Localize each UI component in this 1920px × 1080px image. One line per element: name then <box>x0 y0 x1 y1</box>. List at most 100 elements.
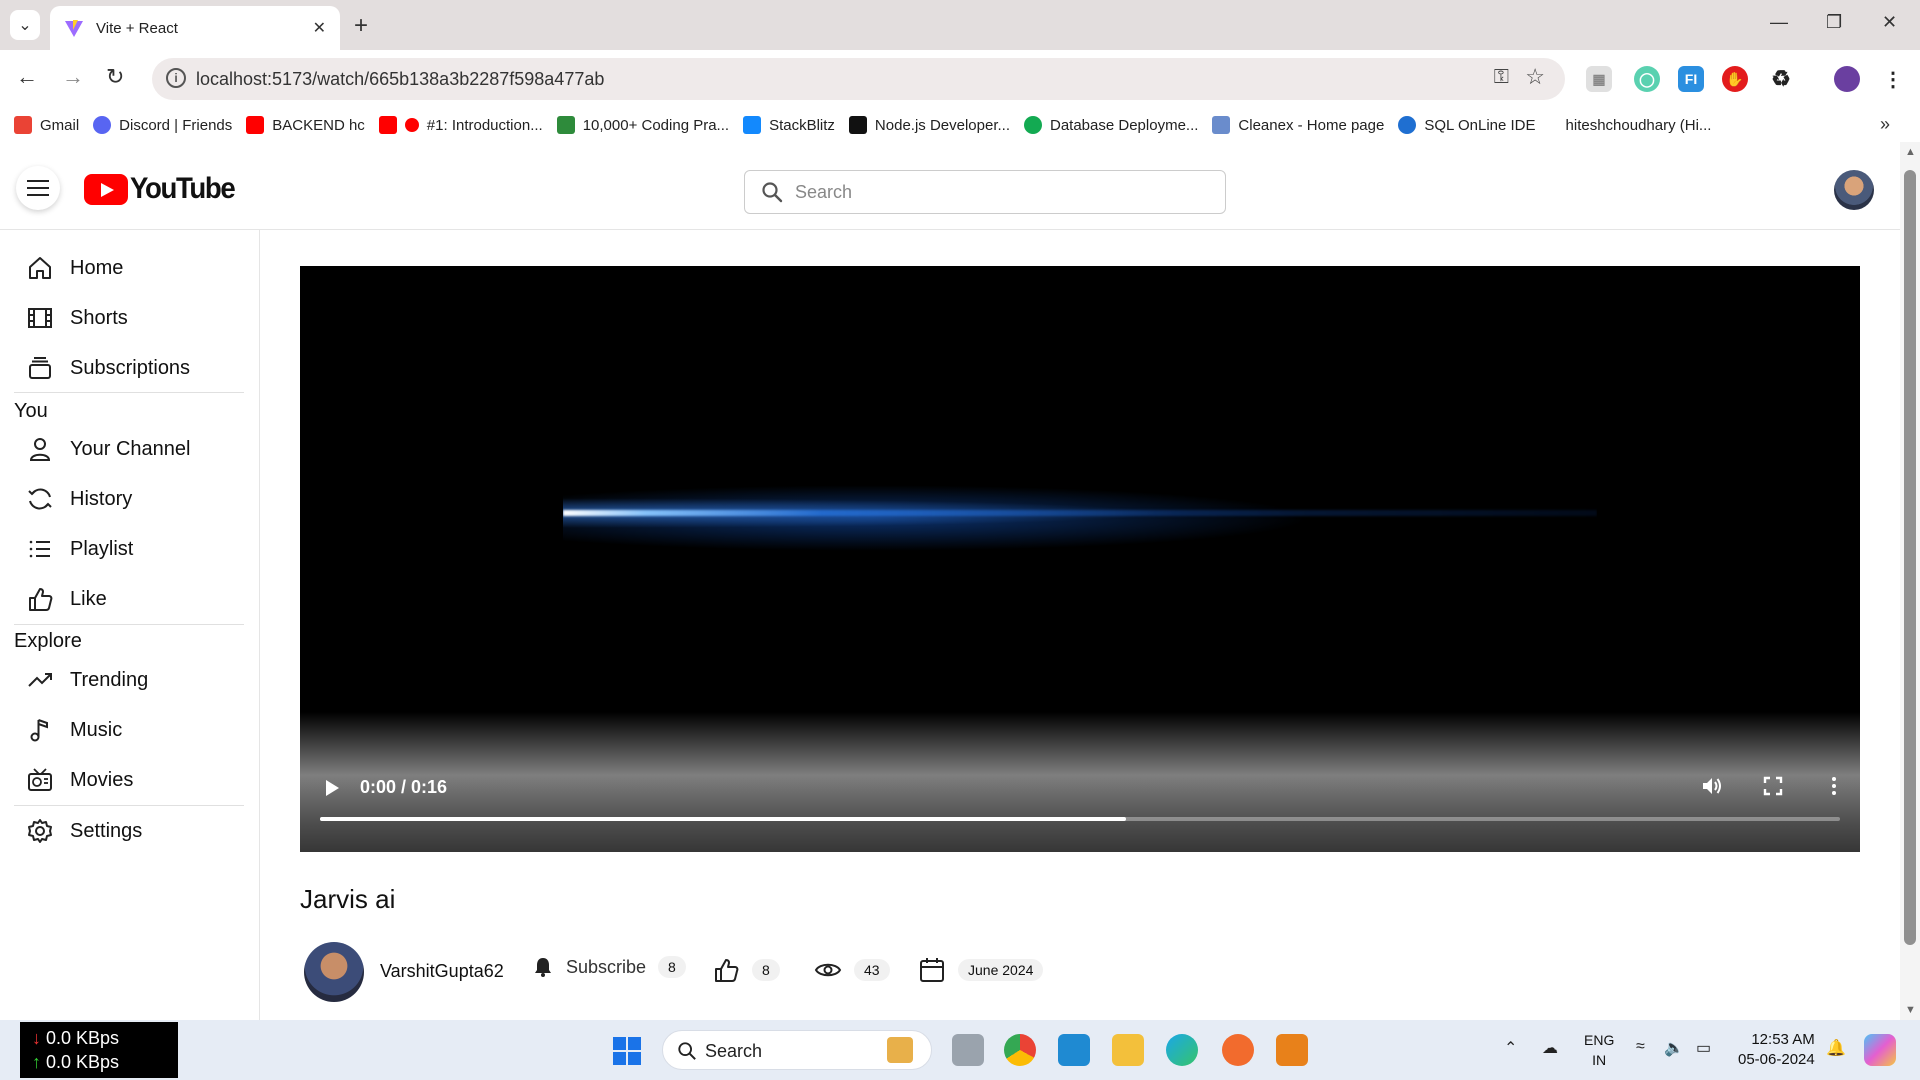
sidebar-item-subscriptions[interactable]: Subscriptions <box>14 348 244 388</box>
scrollbar-thumb[interactable] <box>1904 170 1916 945</box>
upload-arrow-icon: ↑ <box>32 1052 41 1072</box>
search-icon <box>762 182 783 203</box>
copilot-icon[interactable] <box>1864 1034 1896 1066</box>
play-icon[interactable] <box>326 780 339 796</box>
task-view-icon[interactable] <box>952 1034 984 1066</box>
more-options-icon[interactable] <box>1822 774 1846 798</box>
playback-time: 0:00 / 0:16 <box>360 777 448 797</box>
menu-toggle-button[interactable] <box>16 166 60 210</box>
extension-grid-icon[interactable]: ▦ <box>1586 66 1612 92</box>
new-tab-button[interactable]: + <box>354 12 368 40</box>
bookmark-gmail[interactable]: Gmail <box>14 116 79 134</box>
stackblitz-icon <box>743 116 762 134</box>
edge-icon[interactable] <box>1166 1034 1198 1066</box>
search-input[interactable] <box>795 179 1195 205</box>
section-heading-you: You <box>14 400 48 422</box>
page-scrollbar[interactable]: ▲ ▼ <box>1900 142 1920 1020</box>
forward-icon[interactable]: → <box>62 64 84 90</box>
user-avatar[interactable] <box>1834 170 1874 210</box>
bookmark-discord[interactable]: Discord | Friends <box>93 116 232 134</box>
extensions-puzzle-icon[interactable]: ♻ <box>1768 66 1794 92</box>
logo-text: YouTube <box>130 172 236 205</box>
speaker-icon[interactable]: 🔈 <box>1664 1038 1684 1058</box>
sidebar-divider <box>14 624 244 625</box>
bookmark-introduction[interactable]: #1: Introduction... <box>378 116 543 134</box>
bookmark-backend[interactable]: BACKEND hc <box>246 116 365 134</box>
bookmark-sql-online[interactable]: SQL OnLine IDE <box>1398 116 1536 134</box>
window-close-icon[interactable]: ✕ <box>1882 12 1897 33</box>
sidebar-item-home[interactable]: Home <box>14 248 244 288</box>
restore-icon[interactable]: ❐ <box>1826 12 1842 33</box>
notification-bell-icon[interactable]: 🔔 <box>1826 1038 1846 1058</box>
youtube-logo[interactable]: YouTube <box>84 172 243 206</box>
shorts-icon <box>28 308 52 328</box>
sidebar-item-your-channel[interactable]: Your Channel <box>14 429 244 469</box>
sidebar-item-history[interactable]: History <box>14 479 244 519</box>
net-down-value: 0.0 KBps <box>46 1028 120 1048</box>
sidebar-item-trending[interactable]: Trending <box>14 660 244 700</box>
like-button[interactable]: 8 <box>712 956 780 984</box>
scroll-down-icon[interactable]: ▼ <box>1905 1004 1916 1016</box>
minimize-icon[interactable]: — <box>1770 12 1788 33</box>
password-key-icon[interactable]: ⚿ <box>1494 66 1509 89</box>
net-up-value: 0.0 KBps <box>46 1052 120 1072</box>
channel-avatar[interactable] <box>304 942 364 1002</box>
extension-fi-icon[interactable]: FI <box>1678 66 1704 92</box>
browser-menu-icon[interactable]: ⋮ <box>1880 66 1906 92</box>
progress-bar[interactable] <box>320 817 1840 821</box>
postman-icon[interactable] <box>1222 1034 1254 1066</box>
sql-cloud-icon <box>1398 116 1417 134</box>
taskbar-search[interactable]: Search <box>662 1030 932 1070</box>
video-player[interactable]: 0:00 / 0:16 <box>300 266 1860 852</box>
channel-name[interactable]: VarshitGupta62 <box>380 961 504 982</box>
fullscreen-icon[interactable] <box>1762 775 1784 797</box>
sidebar-item-shorts[interactable]: Shorts <box>14 298 244 338</box>
back-icon[interactable]: ← <box>16 64 38 90</box>
close-tab-icon[interactable]: ✕ <box>313 18 326 38</box>
clock-date: 05-06-2024 <box>1738 1051 1815 1068</box>
system-clock[interactable]: 12:53 AM 05-06-2024 <box>1738 1030 1815 1070</box>
windows-start-icon[interactable] <box>612 1036 642 1066</box>
profile-avatar-icon[interactable] <box>1834 66 1860 92</box>
tray-overflow-icon[interactable]: ⌃ <box>1504 1038 1517 1058</box>
reload-icon[interactable]: ↻ <box>106 64 124 90</box>
onedrive-icon[interactable]: ☁ <box>1542 1038 1558 1058</box>
address-bar[interactable]: i localhost:5173/watch/665b138a3b2287f59… <box>152 58 1565 100</box>
bookmark-stackblitz[interactable]: StackBlitz <box>743 116 835 134</box>
sidebar-item-settings[interactable]: Settings <box>14 811 244 851</box>
battery-icon[interactable]: ▭ <box>1696 1038 1711 1058</box>
wifi-icon[interactable]: ≈ <box>1636 1038 1645 1056</box>
chrome-icon[interactable] <box>1004 1034 1036 1066</box>
eye-icon <box>814 963 842 977</box>
volume-icon[interactable] <box>1700 774 1724 798</box>
chevron-down-icon: ⌄ <box>18 17 32 34</box>
sidebar-item-music[interactable]: Music <box>14 710 244 750</box>
search-highlight-icon <box>887 1037 913 1063</box>
bookmarks-overflow-icon[interactable]: » <box>1880 114 1890 135</box>
bookmark-coding-practice[interactable]: 10,000+ Coding Pra... <box>556 116 729 134</box>
bookmark-hiteshchoudhary[interactable]: hiteshchoudhary (Hi... <box>1566 117 1712 134</box>
extension-adblock-icon[interactable]: ✋ <box>1722 66 1748 92</box>
bookmark-database[interactable]: Database Deployme... <box>1024 116 1198 134</box>
browser-tab[interactable]: Vite + React ✕ <box>50 6 340 50</box>
sidebar-item-like[interactable]: Like <box>14 579 244 619</box>
site-info-icon[interactable]: i <box>166 68 186 88</box>
url-text[interactable]: localhost:5173/watch/665b138a3b2287f598a… <box>196 69 604 90</box>
sublime-text-icon[interactable] <box>1276 1034 1308 1066</box>
language-indicator[interactable]: ENG IN <box>1584 1030 1614 1070</box>
file-explorer-icon[interactable] <box>1112 1034 1144 1066</box>
bookmark-cleanex[interactable]: Cleanex - Home page <box>1212 116 1384 134</box>
bookmark-star-icon[interactable]: ☆ <box>1525 64 1545 90</box>
sidebar-item-playlist[interactable]: Playlist <box>14 529 244 569</box>
subscribe-button[interactable]: Subscribe 8 <box>532 956 686 978</box>
scroll-up-icon[interactable]: ▲ <box>1905 146 1916 158</box>
tab-search-button[interactable]: ⌄ <box>10 10 40 40</box>
extension-circle-icon[interactable]: ◯ <box>1634 66 1660 92</box>
thumbs-up-icon <box>715 959 739 982</box>
subscriber-count: 8 <box>658 956 686 978</box>
network-monitor: ↓ 0.0 KBps ↑ 0.0 KBps <box>20 1022 178 1078</box>
bookmark-nodejs[interactable]: Node.js Developer... <box>848 116 1010 134</box>
search-bar[interactable] <box>744 170 1226 214</box>
sidebar-item-movies[interactable]: Movies <box>14 760 244 800</box>
vscode-icon[interactable] <box>1058 1034 1090 1066</box>
